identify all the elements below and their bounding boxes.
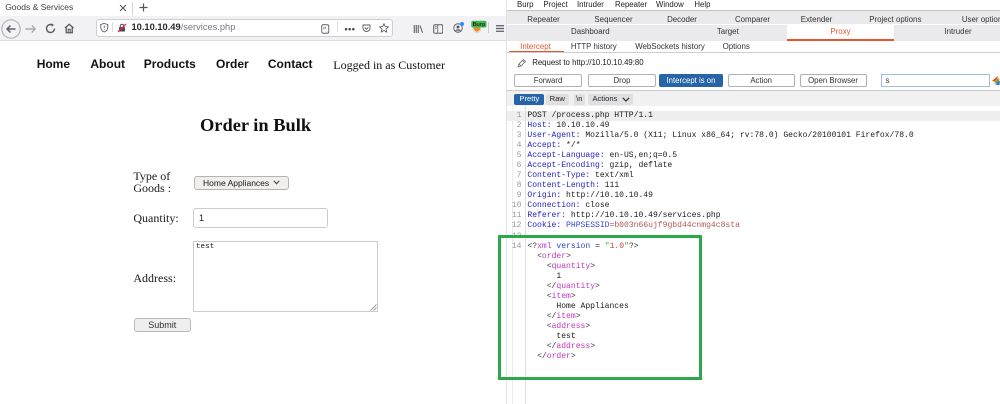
svg-text:Burp: Burp (472, 22, 485, 28)
